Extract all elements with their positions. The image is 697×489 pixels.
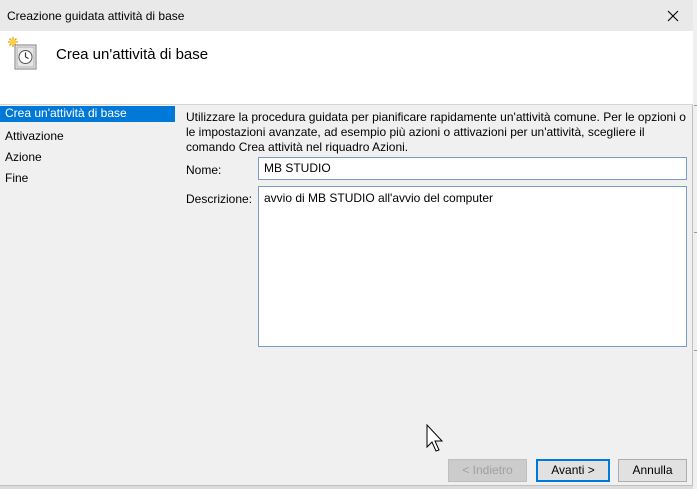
mouse-cursor-icon <box>426 423 444 452</box>
step-trigger[interactable]: Attivazione <box>0 127 175 148</box>
header-divider <box>0 104 693 105</box>
name-field-value: MB STUDIO <box>264 161 331 175</box>
name-field[interactable]: MB STUDIO <box>258 157 687 180</box>
step-create-basic-task[interactable]: Crea un'attività di base <box>0 106 175 122</box>
back-button[interactable]: < Indietro <box>448 459 527 482</box>
cancel-button[interactable]: Annulla <box>618 459 687 482</box>
background-window-edge <box>693 0 697 489</box>
next-button[interactable]: Avanti > <box>536 459 610 482</box>
description-label: Descrizione: <box>186 192 253 206</box>
close-icon <box>667 10 679 21</box>
window-title: Creazione guidata attività di base <box>7 9 185 23</box>
name-label: Nome: <box>186 163 222 177</box>
intro-text: Utilizzare la procedura guidata per pian… <box>186 110 686 154</box>
description-field-value: avvio di MB STUDIO all'avvio del compute… <box>264 191 494 205</box>
title-bar[interactable]: Creazione guidata attività di base <box>0 0 693 31</box>
wizard-window: Creazione guidata attività di base Crea … <box>0 0 693 486</box>
description-field[interactable]: avvio di MB STUDIO all'avvio del compute… <box>258 186 687 347</box>
step-finish[interactable]: Fine <box>0 169 175 190</box>
step-action[interactable]: Azione <box>0 148 175 169</box>
task-clock-icon <box>8 37 37 70</box>
wizard-steps: Crea un'attività di base Attivazione Azi… <box>0 106 175 190</box>
page-title: Crea un'attività di base <box>56 46 209 63</box>
wizard-header: Crea un'attività di base <box>0 31 693 104</box>
close-button[interactable] <box>653 0 693 31</box>
